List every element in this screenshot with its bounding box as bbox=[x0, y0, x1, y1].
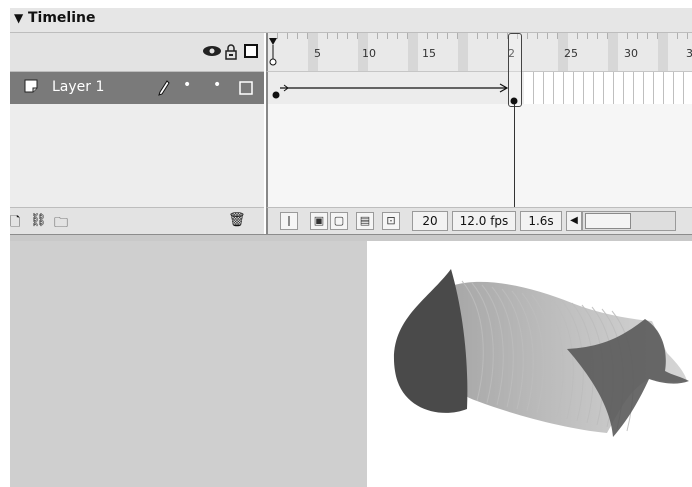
edit-multiple-frames-icon[interactable]: ▤ bbox=[356, 212, 374, 230]
collapse-triangle-icon[interactable]: ▼ bbox=[14, 11, 23, 25]
layer-toolbar: 🗋 ⛓ 🗀 🗑 bbox=[10, 207, 264, 234]
empty-frame-cells[interactable] bbox=[524, 72, 692, 104]
frame-ruler[interactable]: 5 10 15 2 25 30 3 bbox=[266, 33, 692, 72]
ruler-label: 10 bbox=[362, 47, 376, 60]
lock-icon[interactable] bbox=[224, 44, 238, 64]
current-frame: 20 bbox=[412, 211, 448, 231]
ruler-label: 5 bbox=[314, 47, 321, 60]
motion-tween-arrow bbox=[280, 83, 509, 93]
ruler-shade bbox=[408, 33, 418, 71]
ruler-label: 30 bbox=[624, 47, 638, 60]
work-area bbox=[10, 241, 367, 487]
playhead-line bbox=[514, 104, 515, 207]
stage[interactable] bbox=[367, 241, 692, 487]
scroll-left-icon[interactable]: ◀ bbox=[566, 211, 582, 231]
outline-toggle[interactable] bbox=[239, 80, 253, 99]
scrollbar-thumb[interactable] bbox=[585, 213, 631, 229]
timeline-titlebar[interactable]: ▼ Timeline bbox=[10, 8, 692, 33]
trash-icon[interactable]: 🗑 bbox=[228, 212, 246, 228]
motion-guide-icon[interactable]: ⛓ bbox=[30, 213, 47, 228]
onion-start-marker-icon[interactable] bbox=[268, 37, 278, 71]
ruler-label: 15 bbox=[422, 47, 436, 60]
pencil-icon bbox=[158, 80, 170, 100]
lock-dot[interactable]: • bbox=[213, 77, 221, 93]
panel-title: Timeline bbox=[28, 10, 96, 26]
insert-folder-icon[interactable]: 🗀 bbox=[54, 212, 68, 236]
modify-onion-markers-icon[interactable]: ⊡ bbox=[382, 212, 400, 230]
eye-icon[interactable] bbox=[202, 44, 222, 62]
insert-layer-icon[interactable]: 🗋 bbox=[10, 213, 20, 235]
ruler-label: 3 bbox=[686, 47, 692, 60]
layer-page-icon bbox=[24, 78, 40, 98]
layer-row[interactable]: Layer 1 • • bbox=[10, 72, 264, 104]
onion-skin-outlines-icon[interactable]: ▢ bbox=[330, 212, 348, 230]
frame-rate[interactable]: 12.0 fps bbox=[452, 211, 516, 231]
elapsed-time: 1.6s bbox=[520, 211, 562, 231]
layer-name[interactable]: Layer 1 bbox=[52, 79, 104, 95]
playhead[interactable] bbox=[508, 33, 522, 107]
ruler-shade bbox=[458, 33, 468, 71]
center-frame-icon[interactable]: ǀ bbox=[280, 212, 298, 230]
onion-skin-shape[interactable] bbox=[367, 241, 692, 487]
outline-square-icon[interactable] bbox=[244, 44, 258, 62]
ruler-shade bbox=[658, 33, 668, 71]
onion-skin-icon[interactable]: ▣ bbox=[310, 212, 328, 230]
visibility-dot[interactable]: • bbox=[183, 77, 191, 93]
timeline-panel: ▼ Timeline Layer 1 • • 🗋 ⛓ 🗀 🗑 5 10 15 2… bbox=[10, 0, 692, 487]
ruler-shade bbox=[608, 33, 618, 71]
ruler-label: 25 bbox=[564, 47, 578, 60]
timeline-status-bar: ǀ ▣ ▢ ▤ ⊡ 20 12.0 fps 1.6s ◀ bbox=[266, 207, 692, 234]
layer-header-row bbox=[10, 33, 264, 72]
horizontal-scrollbar[interactable] bbox=[582, 211, 676, 231]
